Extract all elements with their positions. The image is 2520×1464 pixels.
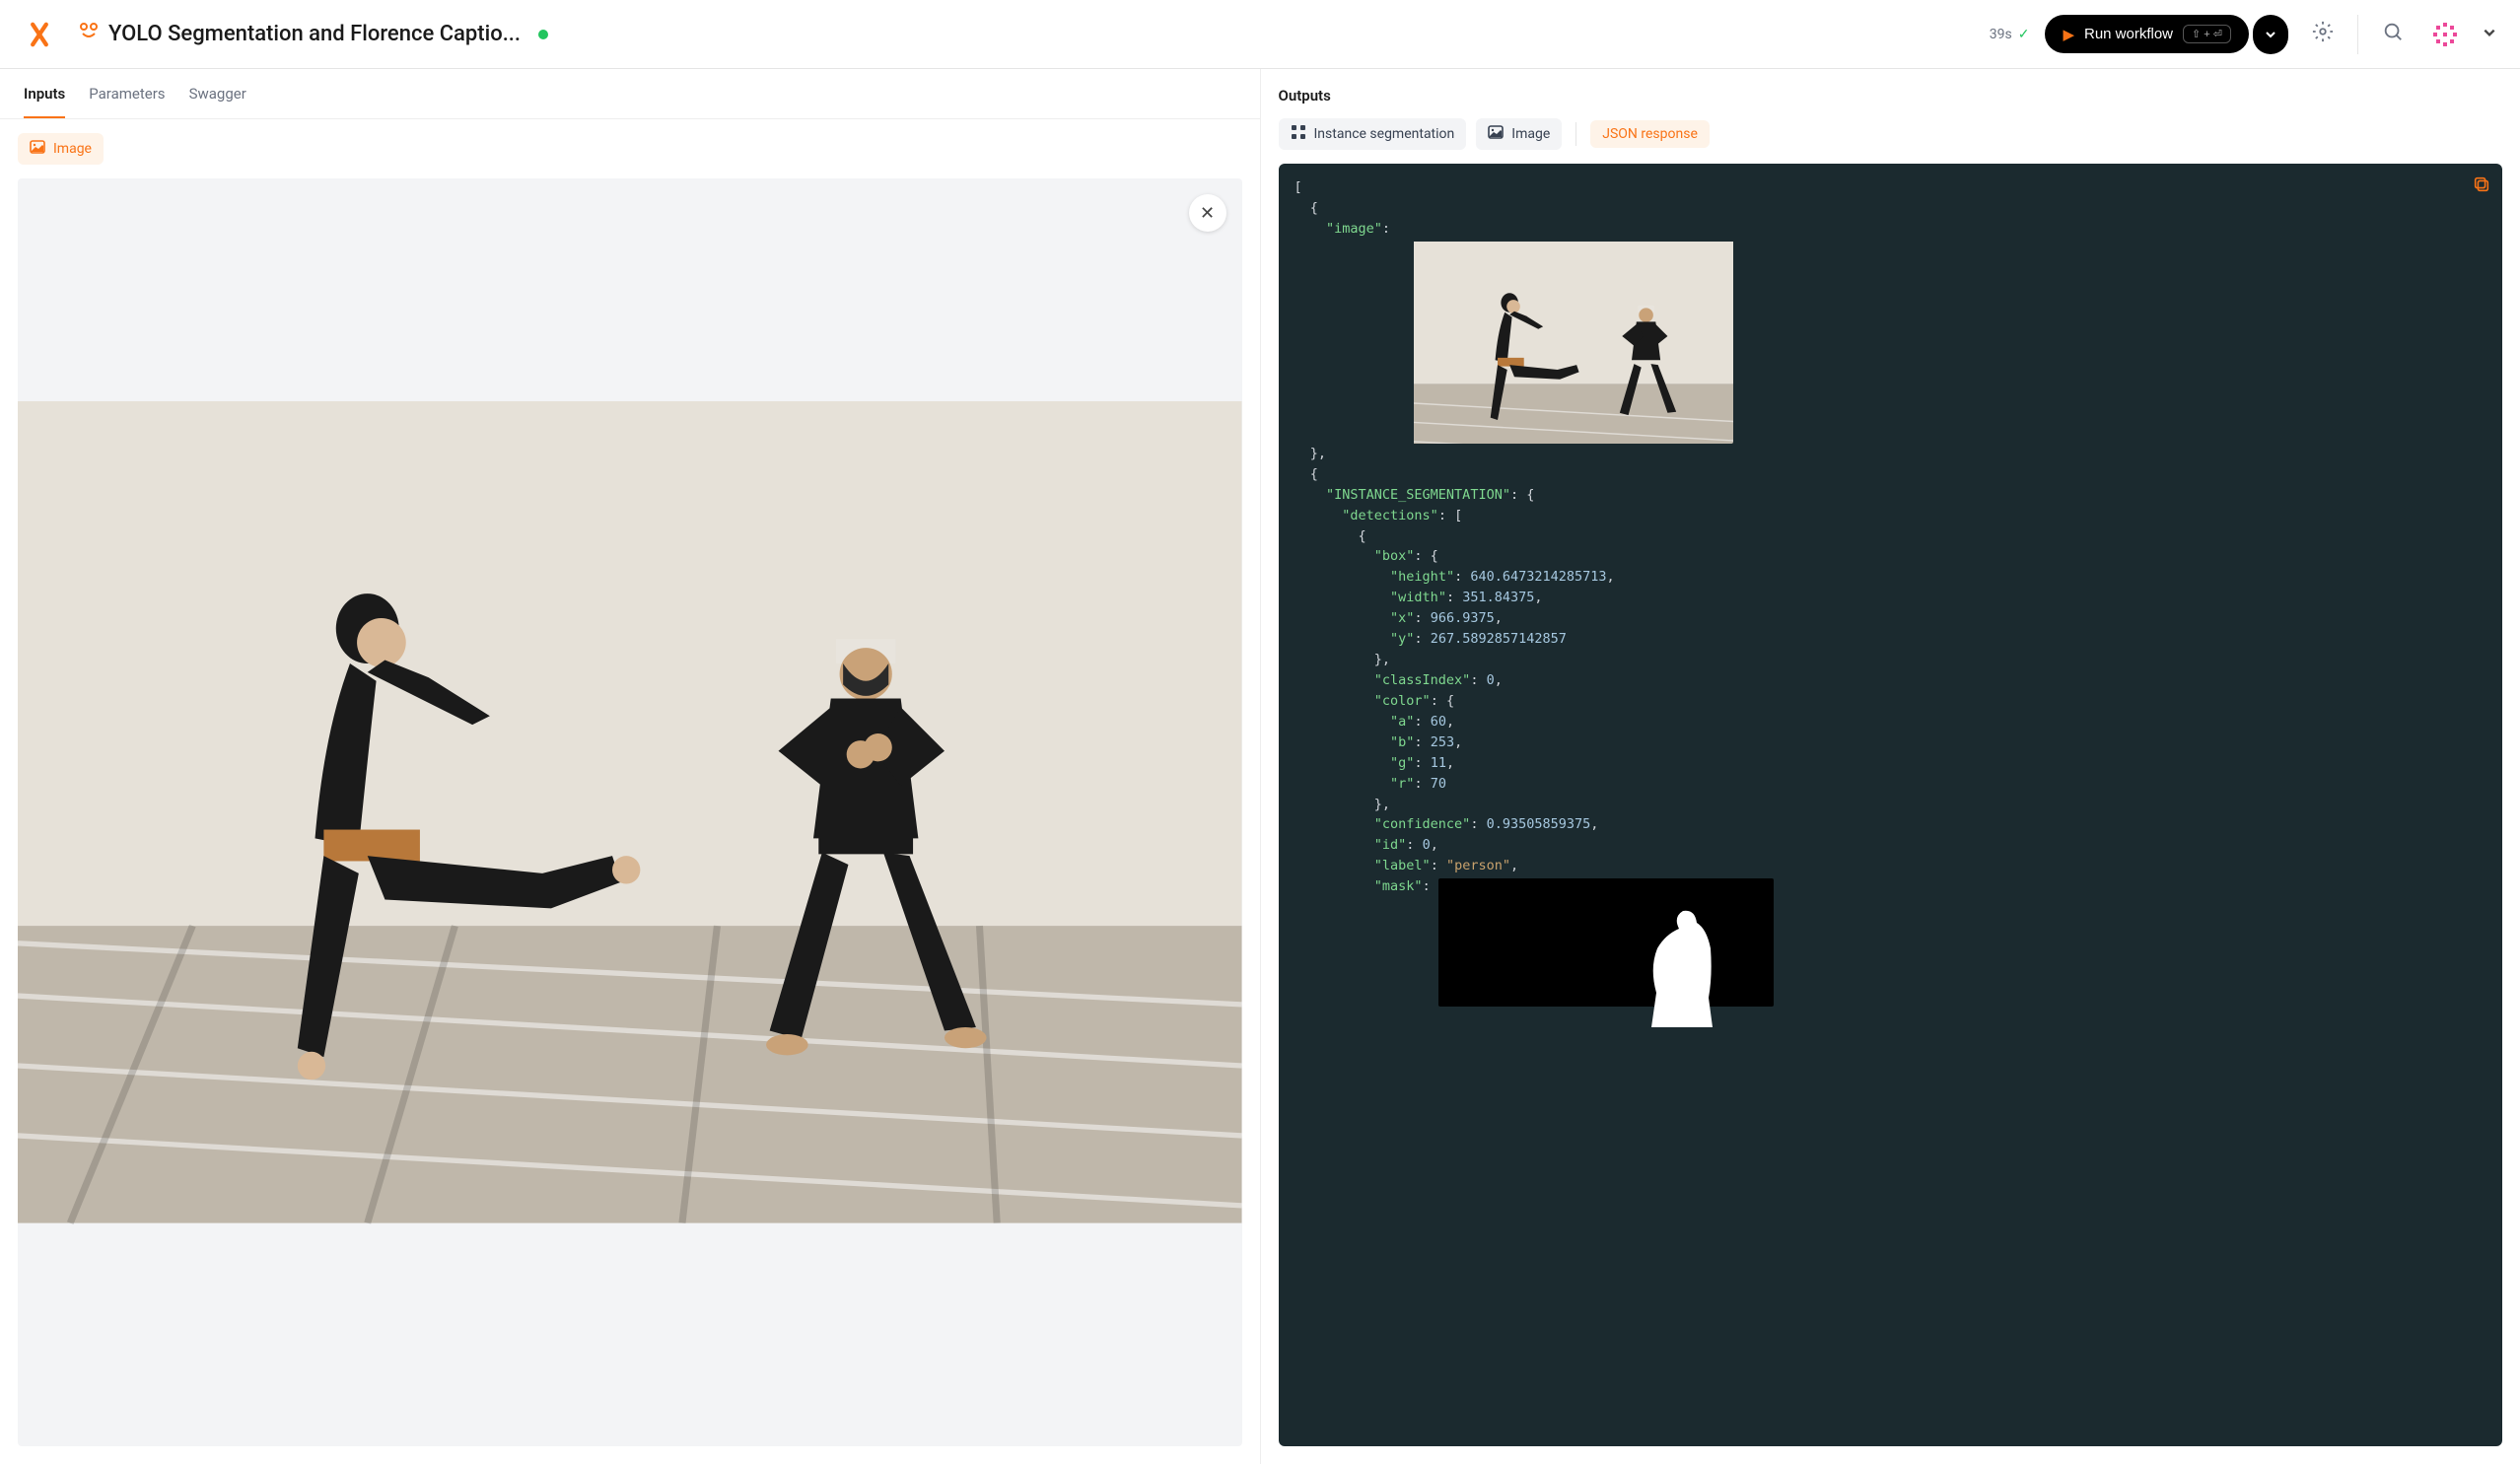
chip-json-response[interactable]: JSON response — [1590, 120, 1710, 148]
input-image-chip[interactable]: Image — [18, 133, 104, 165]
json-image-thumb — [1398, 221, 1733, 444]
workflow-title: YOLO Segmentation and Florence Captio... — [108, 22, 521, 46]
copy-json-button[interactable] — [2473, 175, 2490, 198]
settings-button[interactable] — [2304, 13, 2342, 56]
divider — [2357, 15, 2358, 54]
status-dot — [538, 30, 548, 39]
tab-swagger[interactable]: Swagger — [189, 85, 246, 118]
segmentation-icon — [1291, 124, 1306, 144]
json-mask-thumb — [1438, 878, 1774, 1007]
run-dropdown-button[interactable] — [2253, 15, 2288, 54]
chip-image[interactable]: Image — [1476, 118, 1562, 150]
play-icon: ▶ — [2063, 26, 2074, 43]
tab-inputs[interactable]: Inputs — [24, 85, 65, 118]
elapsed-time: 39s ✓ — [1990, 27, 2030, 42]
image-icon — [30, 139, 45, 159]
chip-instance-segmentation[interactable]: Instance segmentation — [1279, 118, 1467, 150]
image-icon — [1488, 124, 1504, 144]
check-icon: ✓ — [2018, 27, 2030, 42]
avatar-dropdown[interactable] — [2479, 23, 2500, 45]
outputs-title: Outputs — [1261, 69, 2520, 105]
kbd-hint: ⇧ + ⏎ — [2183, 25, 2231, 43]
input-tabs: Inputs Parameters Swagger — [0, 69, 1260, 119]
workflow-icon — [79, 22, 99, 46]
app-logo[interactable] — [20, 15, 59, 54]
search-button[interactable] — [2374, 13, 2412, 56]
tab-parameters[interactable]: Parameters — [89, 85, 165, 118]
run-workflow-button[interactable]: ▶ Run workflow ⇧ + ⏎ — [2045, 15, 2249, 53]
input-image-canvas: ✕ — [18, 178, 1242, 1446]
clear-image-button[interactable]: ✕ — [1189, 194, 1226, 232]
user-avatar[interactable] — [2427, 17, 2463, 52]
json-output-panel[interactable]: [ { "image": }, { "INSTANCE_SEGMENTATION… — [1279, 164, 2503, 1446]
chip-separator — [1575, 122, 1576, 146]
input-image — [18, 387, 1242, 1237]
